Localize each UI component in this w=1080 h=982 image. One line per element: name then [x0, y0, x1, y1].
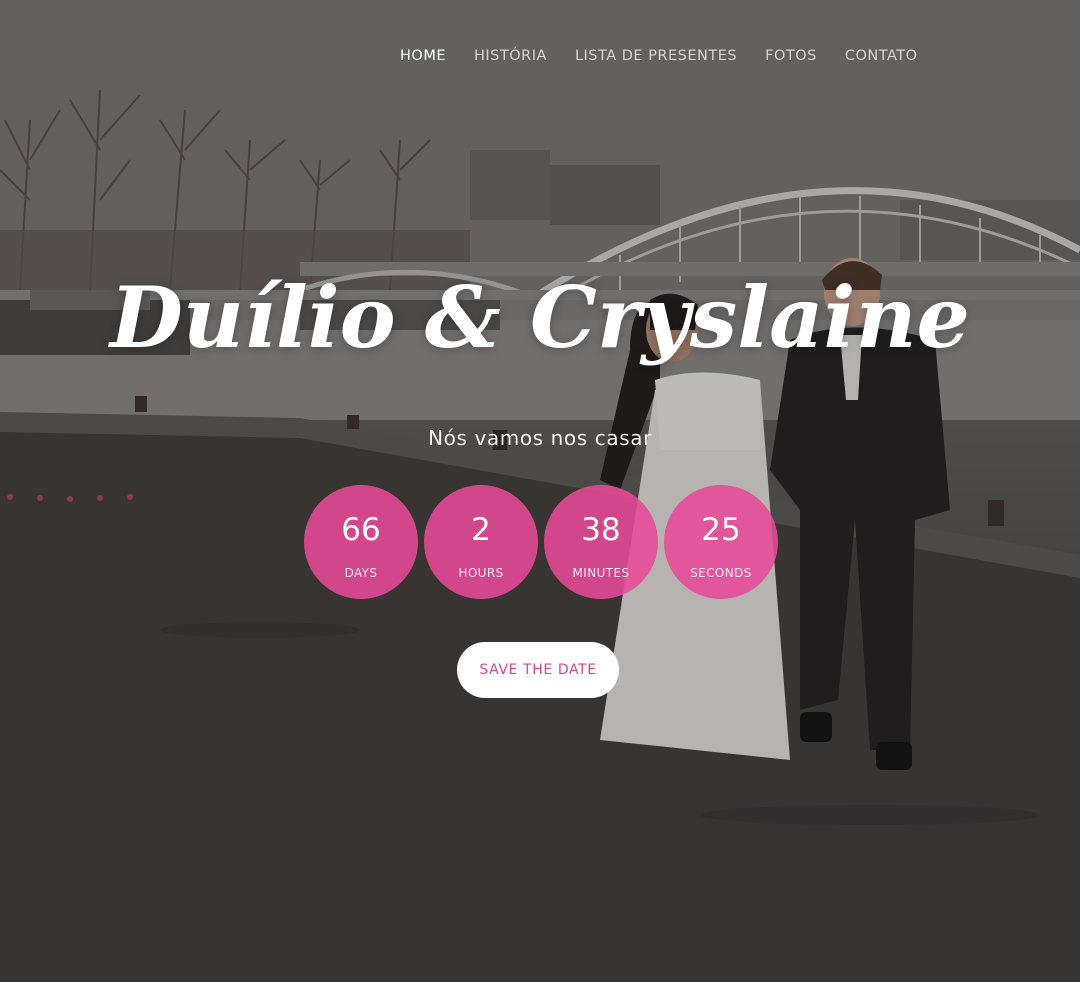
- countdown-seconds-label: SECONDS: [690, 565, 752, 580]
- countdown-days-value: 66: [341, 511, 381, 548]
- countdown-hours: 2 HOURS: [424, 485, 538, 599]
- countdown-timer: 66 DAYS 2 HOURS 38 MINUTES 25 SECONDS: [304, 485, 778, 599]
- save-the-date-button[interactable]: SAVE THE DATE: [457, 642, 619, 698]
- hero-section: HOME HISTÓRIA LISTA DE PRESENTES FOTOS C…: [0, 0, 1080, 982]
- countdown-minutes: 38 MINUTES: [544, 485, 658, 599]
- couple-names-title: Duílio & Cryslaine: [110, 268, 970, 367]
- nav-item-lista-de-presentes[interactable]: LISTA DE PRESENTES: [575, 46, 737, 66]
- nav-item-historia[interactable]: HISTÓRIA: [474, 46, 547, 66]
- countdown-hours-label: HOURS: [458, 565, 504, 580]
- countdown-minutes-label: MINUTES: [572, 565, 630, 580]
- countdown-seconds-value: 25: [701, 511, 741, 548]
- countdown-days-label: DAYS: [344, 565, 378, 580]
- countdown-hours-value: 2: [471, 511, 491, 548]
- hero-subtitle: Nós vamos nos casar: [428, 426, 652, 450]
- countdown-days: 66 DAYS: [304, 485, 418, 599]
- main-navigation: HOME HISTÓRIA LISTA DE PRESENTES FOTOS C…: [400, 44, 918, 68]
- nav-item-contato[interactable]: CONTATO: [845, 46, 918, 66]
- nav-item-home[interactable]: HOME: [400, 46, 446, 66]
- countdown-minutes-value: 38: [581, 511, 621, 548]
- countdown-seconds: 25 SECONDS: [664, 485, 778, 599]
- nav-item-fotos[interactable]: FOTOS: [765, 46, 817, 66]
